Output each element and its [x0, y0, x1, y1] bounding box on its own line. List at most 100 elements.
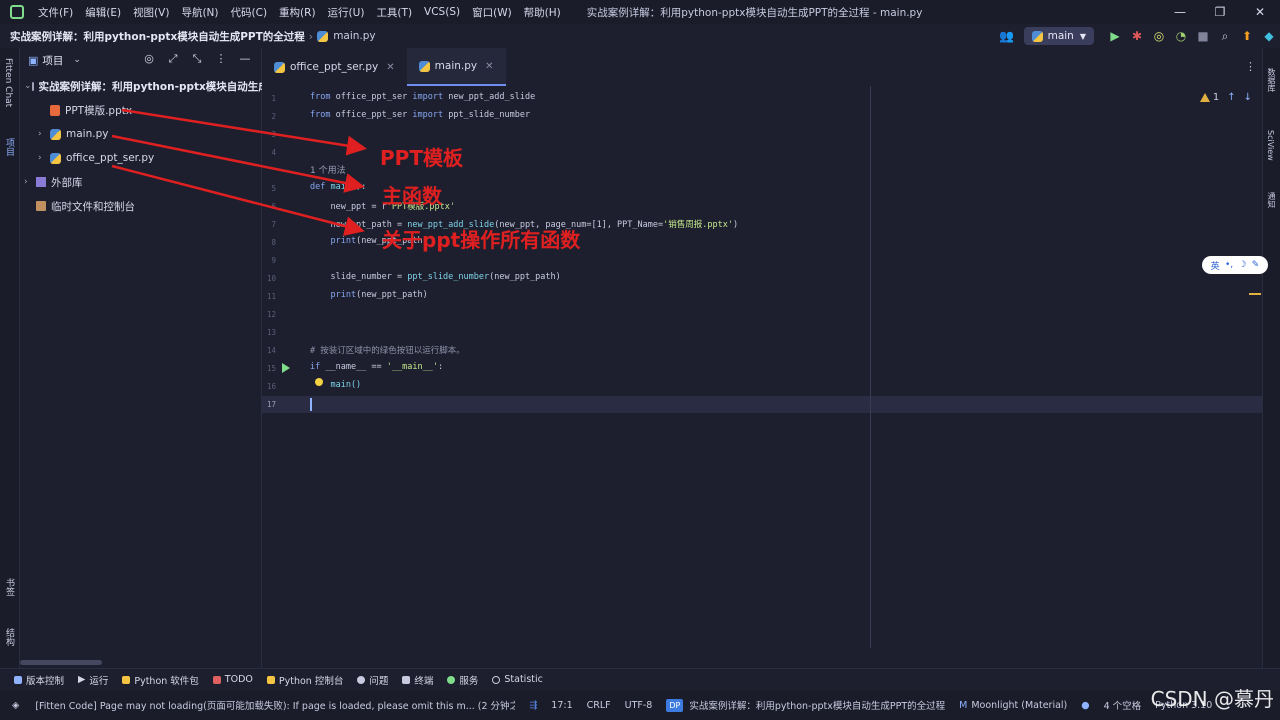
code-line-2: from office_ppt_ser import ppt_slide_num… [310, 110, 531, 120]
menu-navigate[interactable]: 导航(N) [181, 5, 218, 20]
inspection-widget[interactable]: 1 ↑ ↓ [1199, 92, 1252, 103]
maximize-button[interactable]: ❐ [1200, 5, 1240, 19]
arrow-up-icon[interactable]: ↑ [1227, 92, 1235, 103]
chevron-down-icon[interactable]: ⌄ [24, 81, 32, 91]
tool-run[interactable]: ▶ 运行 [78, 673, 108, 687]
tree-item-scratches[interactable]: 临时文件和控制台 [36, 196, 135, 216]
status-project[interactable]: DP 实战案例详解：利用python-pptx模块自动生成PPT的全过程 [666, 698, 945, 712]
status-message[interactable]: [Fitten Code] Page may not loading(页面可能加… [35, 698, 515, 712]
tool-python-packages[interactable]: Python 软件包 [122, 673, 199, 687]
close-icon[interactable]: ✕ [386, 62, 394, 73]
pptx-file-icon [50, 104, 60, 116]
tool-label: TODO [224, 674, 253, 685]
tool-vcs[interactable]: 版本控制 [14, 673, 64, 687]
tree-item-external-libs[interactable]: › 外部库 [24, 172, 83, 192]
run-config-selector[interactable]: main ▼ [1023, 27, 1094, 45]
line-number: 14 [266, 346, 276, 355]
moon-icon[interactable]: ☽ [1238, 260, 1246, 270]
search-icon[interactable]: ⌕ [1214, 29, 1236, 44]
tab-office-ppt-ser[interactable]: office_ppt_ser.py ✕ [262, 48, 407, 86]
file-encoding[interactable]: UTF-8 [625, 700, 653, 711]
wrench-icon[interactable]: ✎ [1252, 260, 1260, 270]
usage-hint[interactable]: 1 个用法 [310, 163, 346, 176]
ime-punct[interactable]: •, [1225, 260, 1233, 270]
coverage-icon[interactable]: ◎ [1148, 29, 1170, 43]
menu-window[interactable]: 窗口(W) [472, 5, 512, 20]
horizontal-scrollbar[interactable] [20, 660, 102, 665]
menu-help[interactable]: 帮助(H) [524, 5, 561, 20]
tool-terminal[interactable]: 终端 [402, 673, 433, 687]
fitten-status-icon[interactable]: ⇶ [529, 700, 537, 711]
terminal-icon [402, 675, 411, 684]
breadcrumb-project[interactable]: 实战案例详解：利用python-pptx模块自动生成PPT的全过程 [10, 29, 305, 44]
locate-icon[interactable]: ◎ [137, 52, 161, 66]
tool-label: 运行 [89, 675, 109, 687]
problems-icon [357, 675, 366, 684]
close-button[interactable]: ✕ [1240, 5, 1280, 19]
structure-tab[interactable]: 结构 [3, 628, 16, 646]
theme-indicator[interactable]: M Moonlight (Material) [959, 700, 1067, 711]
tool-services[interactable]: 服务 [447, 673, 478, 687]
tool-todo[interactable]: TODO [212, 674, 253, 685]
theme-label: Moonlight (Material) [971, 699, 1068, 711]
notifications-tab[interactable]: 通知 [1266, 192, 1277, 208]
update-icon[interactable]: ⬆ [1236, 29, 1258, 43]
tree-item-office-ppt-ser[interactable]: › office_ppt_ser.py [38, 148, 154, 168]
profile-icon[interactable]: ◔ [1170, 29, 1192, 43]
caret-position[interactable]: 17:1 [551, 700, 572, 711]
bookmarks-tab[interactable]: 书签 [3, 578, 16, 596]
tree-item-label: main.py [66, 128, 109, 140]
database-tab[interactable]: 数据库 [1266, 68, 1277, 92]
tree-item-project-root[interactable]: ⌄ 实战案例详解：利用python-pptx模块自动生成PPT的全过程 [24, 76, 262, 96]
layers-icon[interactable]: ◈ [12, 700, 19, 711]
run-icon[interactable]: ▶ [1104, 29, 1126, 43]
chevron-right-icon[interactable]: › [38, 129, 50, 139]
stop-icon[interactable]: ■ [1192, 29, 1214, 43]
tabs-options-icon[interactable]: ⋮ [1245, 60, 1256, 73]
menu-edit[interactable]: 编辑(E) [85, 5, 121, 20]
tool-statistic[interactable]: Statistic [492, 674, 543, 685]
annotation-main-function: 主函数 [382, 184, 442, 208]
ime-toolbar[interactable]: 英 •, ☽ ✎ [1202, 256, 1268, 274]
tab-main-py[interactable]: main.py ✕ [406, 48, 506, 86]
tool-label: 问题 [369, 675, 389, 687]
project-panel-title[interactable]: 项目 [42, 53, 63, 68]
menu-refactor[interactable]: 重构(R) [279, 5, 316, 20]
fitten-chat-tab[interactable]: Fitten Chat [3, 58, 13, 107]
expand-all-icon[interactable]: ⤢ [161, 52, 185, 66]
sciview-tab[interactable]: SciView [1266, 130, 1275, 161]
collab-icon[interactable]: 👥 [996, 29, 1018, 43]
plugin-icon[interactable]: ◆ [1258, 29, 1280, 43]
lightbulb-icon[interactable] [315, 378, 323, 386]
close-icon[interactable]: ✕ [485, 61, 493, 72]
tree-item-label: PPT模版.pptx [65, 104, 133, 117]
menu-tools[interactable]: 工具(T) [376, 5, 412, 20]
arrow-down-icon[interactable]: ↓ [1244, 92, 1252, 103]
line-separator[interactable]: CRLF [587, 700, 611, 711]
debug-icon[interactable]: ✱ [1126, 29, 1148, 43]
ime-lang[interactable]: 英 [1211, 259, 1220, 272]
minimize-button[interactable]: — [1160, 5, 1200, 19]
menu-file[interactable]: 文件(F) [38, 5, 73, 20]
menu-vcs[interactable]: VCS(S) [424, 6, 460, 18]
menu-view[interactable]: 视图(V) [133, 5, 169, 20]
hide-panel-icon[interactable]: — [233, 52, 257, 66]
options-icon[interactable]: ⋮ [209, 52, 233, 66]
chevron-right-icon[interactable]: › [24, 177, 36, 187]
folder-icon [31, 81, 34, 91]
chevron-down-icon: ▼ [1079, 31, 1086, 41]
menu-run[interactable]: 运行(U) [328, 5, 365, 20]
tab-label: office_ppt_ser.py [290, 61, 379, 73]
chevron-down-icon[interactable]: ⌄ [73, 55, 81, 65]
tool-problems[interactable]: 问题 [357, 673, 388, 687]
tool-python-console[interactable]: Python 控制台 [266, 673, 343, 687]
menu-code[interactable]: 代码(C) [231, 5, 268, 20]
indent-setting[interactable]: 4 个空格 [1104, 698, 1142, 712]
collapse-all-icon[interactable]: ⤡ [185, 52, 209, 66]
breadcrumb-file[interactable]: main.py [317, 30, 376, 42]
project-tab[interactable]: 项目 [3, 138, 16, 156]
chevron-right-icon[interactable]: › [38, 153, 50, 163]
tree-item-main-py[interactable]: › main.py [38, 124, 108, 144]
run-gutter-icon[interactable] [282, 363, 290, 373]
tree-item-ppt-template[interactable]: PPT模版.pptx [50, 100, 132, 120]
